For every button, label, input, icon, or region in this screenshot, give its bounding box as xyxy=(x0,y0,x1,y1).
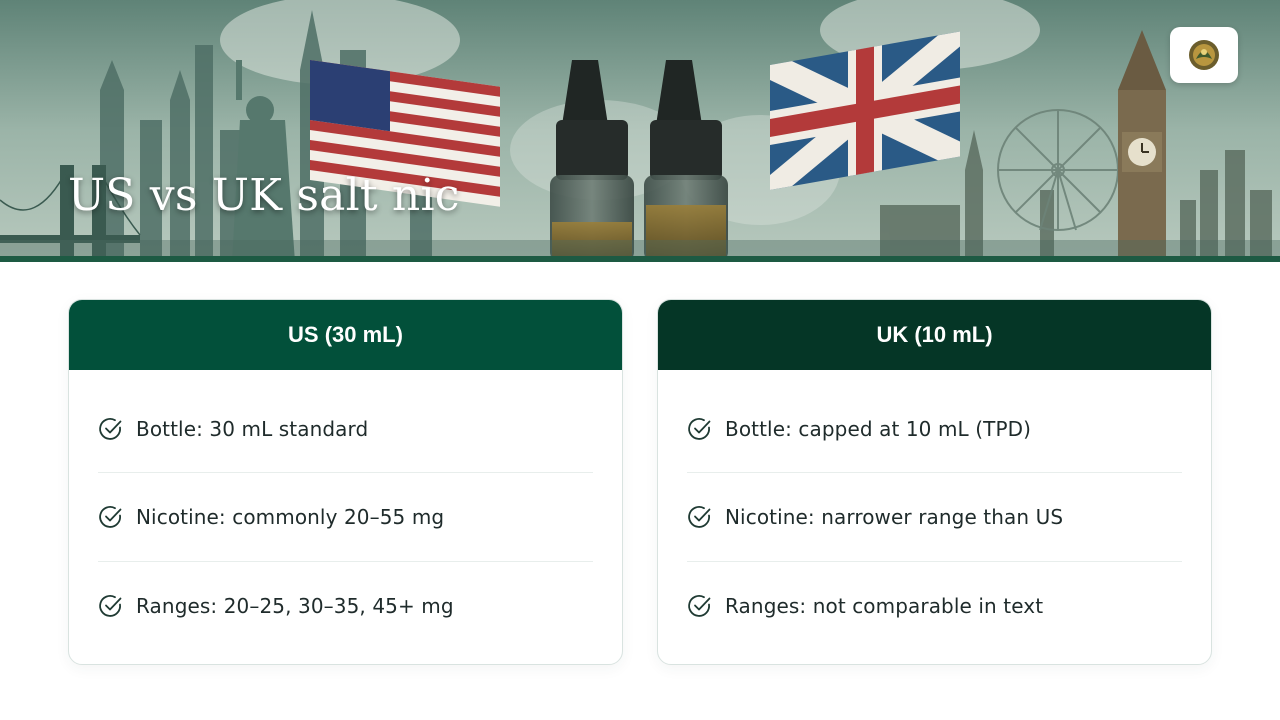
check-circle-icon xyxy=(99,594,122,617)
check-circle-icon xyxy=(99,505,122,528)
list-item-text: Ranges: not comparable in text xyxy=(725,593,1044,618)
uk-card-title: UK (10 mL) xyxy=(658,300,1211,370)
page-title: US vs UK salt nic xyxy=(68,170,460,221)
list-item-text: Nicotine: commonly 20–55 mg xyxy=(136,504,445,529)
hero-divider xyxy=(0,256,1280,262)
us-card: US (30 mL) Bottle: 30 mL standard Nicoti… xyxy=(68,299,623,665)
hero-illustration xyxy=(0,0,1280,262)
list-item-text: Bottle: capped at 10 mL (TPD) xyxy=(725,416,1032,441)
list-item-text: Nicotine: narrower range than US xyxy=(725,504,1064,529)
list-item: Ranges: 20–25, 30–35, 45+ mg xyxy=(98,562,593,651)
check-circle-icon xyxy=(688,505,711,528)
list-item-text: Bottle: 30 mL standard xyxy=(136,416,369,441)
list-item: Bottle: capped at 10 mL (TPD) xyxy=(687,370,1182,473)
list-item: Ranges: not comparable in text xyxy=(687,562,1182,651)
brand-crest-icon xyxy=(1189,40,1219,70)
check-circle-icon xyxy=(688,594,711,617)
list-item-text: Ranges: 20–25, 30–35, 45+ mg xyxy=(136,593,454,618)
list-item: Nicotine: narrower range than US xyxy=(687,473,1182,562)
check-circle-icon xyxy=(688,417,711,440)
us-card-title: US (30 mL) xyxy=(69,300,622,370)
brand-logo[interactable] xyxy=(1170,27,1238,83)
hero-banner: US vs UK salt nic xyxy=(0,0,1280,262)
list-item: Bottle: 30 mL standard xyxy=(98,370,593,473)
check-circle-icon xyxy=(99,417,122,440)
uk-card: UK (10 mL) Bottle: capped at 10 mL (TPD)… xyxy=(657,299,1212,665)
list-item: Nicotine: commonly 20–55 mg xyxy=(98,473,593,562)
